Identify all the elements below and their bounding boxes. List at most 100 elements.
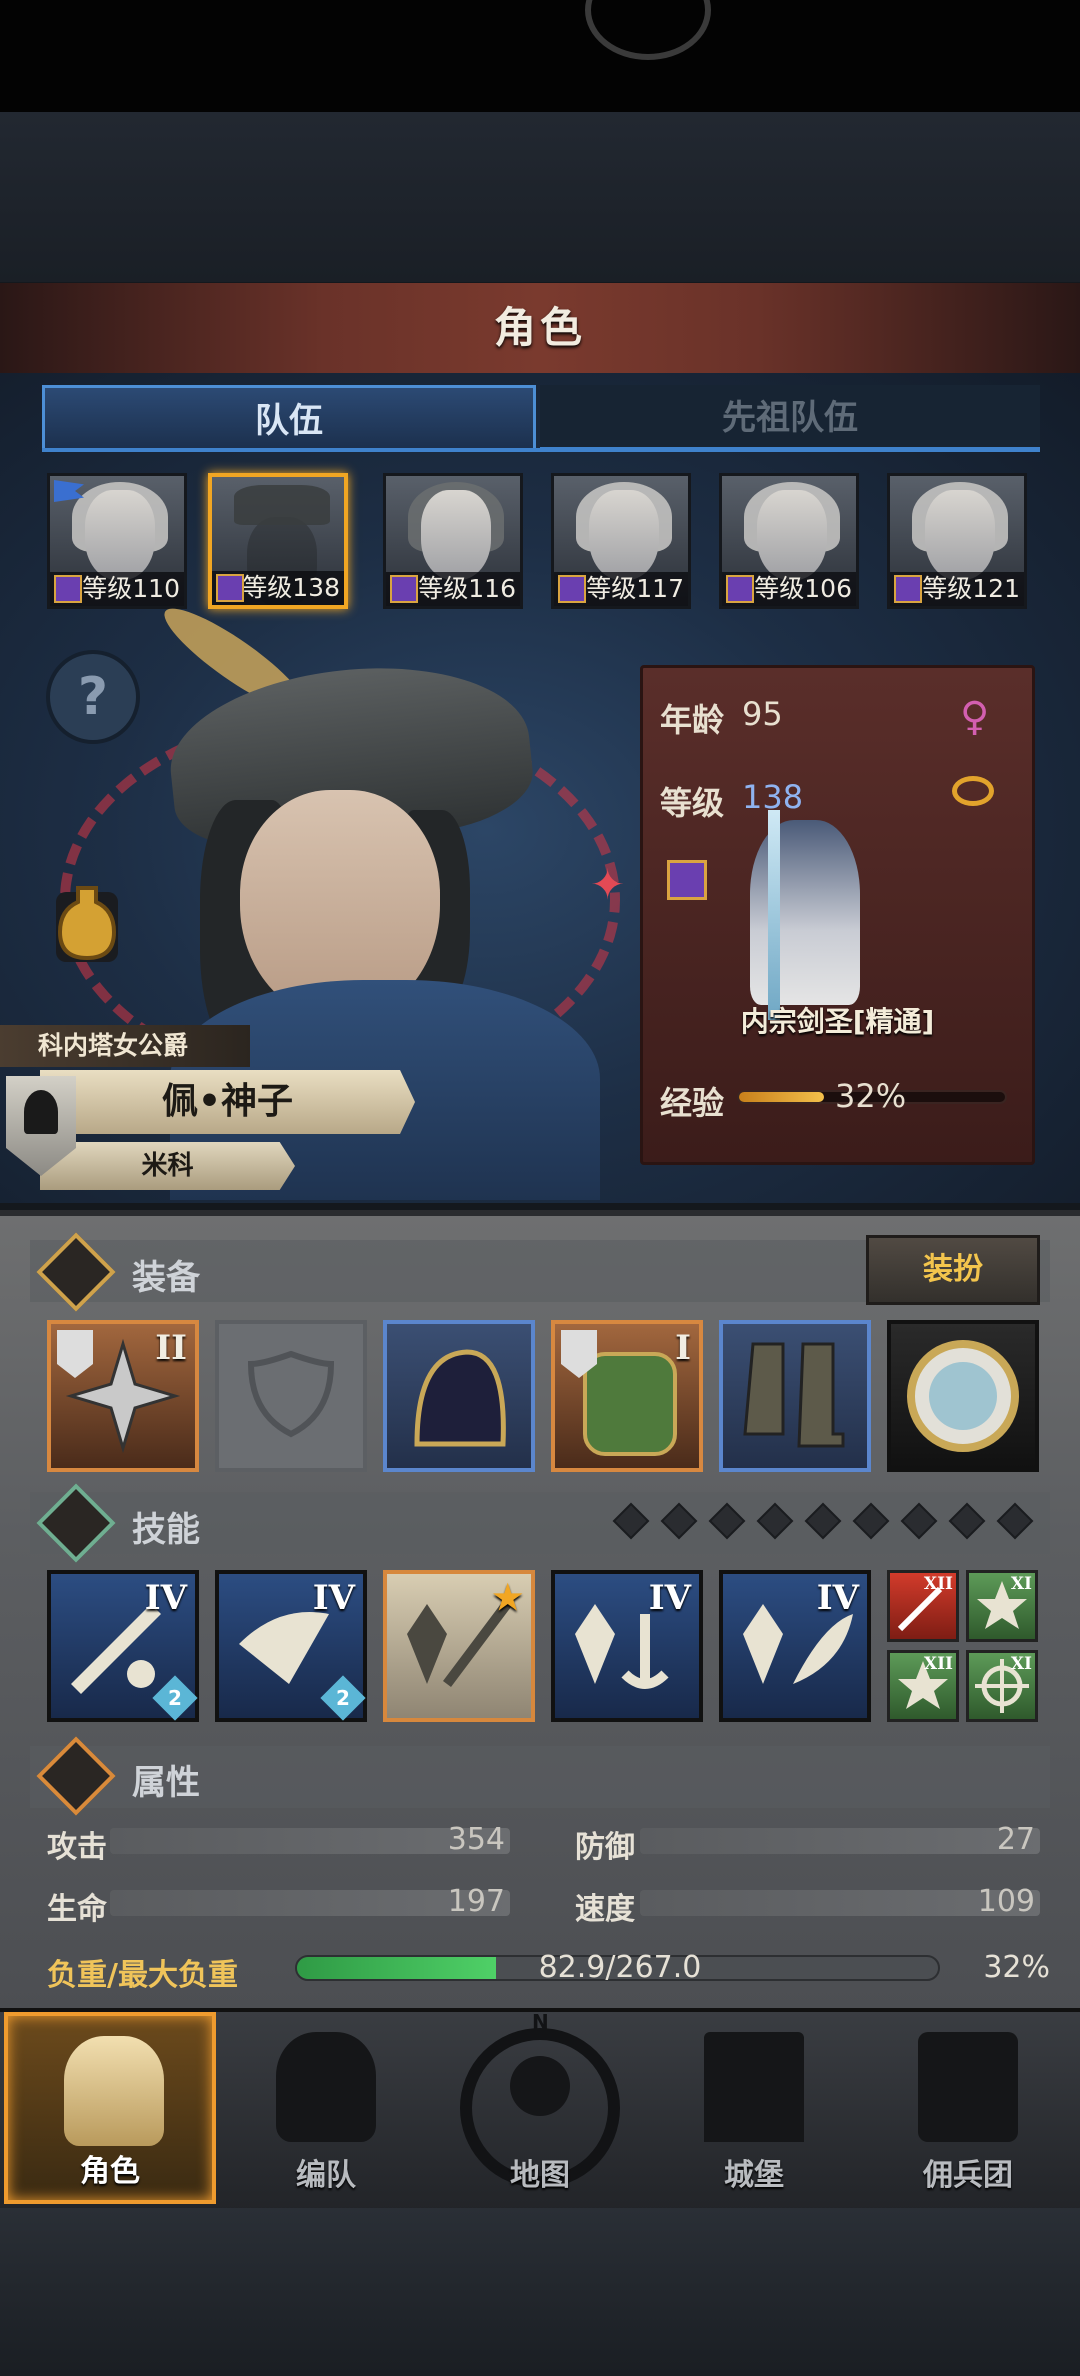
skills-title: 技能 bbox=[132, 1510, 200, 1550]
class-badge-icon bbox=[54, 575, 82, 603]
rank-label: XII bbox=[923, 1574, 953, 1594]
hp-label: 生命 bbox=[47, 1892, 107, 1927]
accessory-slot[interactable] bbox=[887, 1320, 1039, 1472]
page-title: 角色 bbox=[493, 303, 586, 352]
portrait-face bbox=[757, 490, 827, 580]
compass-map-icon bbox=[510, 2056, 570, 2116]
defense-value: 27 bbox=[996, 1822, 1035, 1857]
roster-card[interactable]: 等级116 bbox=[383, 473, 523, 609]
boots-slot[interactable] bbox=[719, 1320, 871, 1472]
house-emblem bbox=[24, 1090, 58, 1134]
load-label: 负重/最大负重 bbox=[47, 1958, 238, 1993]
status-bar-area bbox=[0, 0, 1080, 112]
bottom-background bbox=[0, 2208, 1080, 2376]
rank-label: II bbox=[155, 1328, 187, 1368]
skill-slot[interactable]: IV bbox=[551, 1570, 703, 1722]
hood-icon bbox=[414, 1349, 506, 1447]
nav-map[interactable]: 地图 bbox=[434, 2012, 646, 2204]
skill-slot[interactable]: IV bbox=[719, 1570, 871, 1722]
offhand-slot[interactable] bbox=[215, 1320, 367, 1472]
formation-helmet-icon bbox=[276, 2032, 376, 2142]
upper-background bbox=[0, 112, 1080, 282]
mercenary-icon bbox=[918, 2032, 1018, 2142]
rank-label: IV bbox=[144, 1578, 187, 1618]
help-button[interactable]: ? bbox=[46, 650, 140, 744]
exp-bar-fill bbox=[739, 1092, 824, 1102]
ring-icon bbox=[952, 776, 994, 806]
roster-card[interactable]: 等级106 bbox=[719, 473, 859, 609]
boots-icon bbox=[743, 1342, 845, 1448]
nav-castle[interactable]: 城堡 bbox=[648, 2012, 860, 2204]
load-bar-fill bbox=[297, 1957, 496, 1979]
nav-mercenary[interactable]: 佣兵团 bbox=[862, 2012, 1074, 2204]
class-badge-icon bbox=[894, 575, 922, 603]
potion-icon[interactable] bbox=[46, 880, 128, 972]
roster-card[interactable]: 等级110 bbox=[47, 473, 187, 609]
passive-skill[interactable]: XI bbox=[966, 1650, 1038, 1722]
tab-ancestor-party[interactable]: 先祖队伍 bbox=[540, 385, 1040, 451]
rank-label: IV bbox=[816, 1578, 859, 1618]
class-badge-icon bbox=[390, 575, 418, 603]
attack-value: 354 bbox=[447, 1822, 505, 1857]
hp-value: 197 bbox=[447, 1884, 505, 1919]
load-percent: 32% bbox=[983, 1950, 1050, 1985]
speed-value: 109 bbox=[977, 1884, 1035, 1919]
class-badge-icon bbox=[216, 574, 244, 602]
passive-skill[interactable]: XII bbox=[887, 1570, 959, 1642]
hero-family: 米科 bbox=[40, 1142, 295, 1190]
equipment-title: 装备 bbox=[132, 1258, 200, 1298]
castle-icon bbox=[704, 2032, 804, 2142]
load-value: 82.9/267.0 bbox=[538, 1950, 702, 1985]
armor-slot[interactable]: I bbox=[551, 1320, 703, 1472]
exp-percent: 32% bbox=[835, 1077, 907, 1115]
portrait-face bbox=[925, 490, 995, 580]
nav-character[interactable]: 角色 bbox=[4, 2012, 216, 2204]
roster-card[interactable]: 等级121 bbox=[887, 473, 1027, 609]
nav-formation[interactable]: 编队 bbox=[220, 2012, 432, 2204]
hero-title: 科内塔女公爵 bbox=[0, 1025, 250, 1067]
rank-label: XII bbox=[923, 1654, 953, 1674]
class-badge-icon bbox=[726, 575, 754, 603]
class-name: 内宗剑圣[精通] bbox=[740, 1005, 935, 1038]
roster-card[interactable]: 等级117 bbox=[551, 473, 691, 609]
nav-label: 编队 bbox=[296, 2158, 356, 2193]
speed-label: 速度 bbox=[575, 1892, 635, 1927]
rank-label: XI bbox=[1010, 1654, 1032, 1674]
tab-party[interactable]: 队伍 bbox=[42, 385, 536, 451]
spark-icon: ✦ bbox=[590, 860, 626, 909]
rank-label: I bbox=[675, 1328, 691, 1368]
rank-label: XI bbox=[1010, 1574, 1032, 1594]
hat bbox=[234, 485, 330, 525]
star-rank-icon: ★ bbox=[492, 1578, 523, 1618]
skill-slot[interactable]: IV 2 bbox=[215, 1570, 367, 1722]
defense-label: 防御 bbox=[575, 1830, 635, 1865]
hero-name[interactable]: 佩•神子 bbox=[40, 1070, 415, 1134]
skill-slot-featured[interactable]: ★ bbox=[383, 1570, 535, 1722]
female-icon: ♀ bbox=[960, 694, 990, 740]
nav-label: 城堡 bbox=[724, 2158, 784, 2193]
empty-shield-slot-icon bbox=[247, 1350, 335, 1438]
nav-label: 佣兵团 bbox=[923, 2158, 1013, 2193]
skill-slot[interactable]: IV 2 bbox=[47, 1570, 199, 1722]
passive-skill[interactable]: XI bbox=[966, 1570, 1038, 1642]
portrait-face bbox=[421, 490, 491, 580]
attack-label: 攻击 bbox=[47, 1830, 107, 1865]
portrait-face bbox=[589, 490, 659, 580]
level-label: 等级 bbox=[660, 784, 725, 822]
class-figure[interactable] bbox=[750, 820, 860, 1005]
nav-label: 角色 bbox=[80, 2154, 140, 2189]
head-slot[interactable] bbox=[383, 1320, 535, 1472]
age-label: 年龄 bbox=[660, 701, 725, 739]
class-badge-icon bbox=[558, 575, 586, 603]
rank-label: IV bbox=[648, 1578, 691, 1618]
dress-up-button[interactable]: 装扮 bbox=[866, 1235, 1040, 1305]
portrait-face bbox=[85, 490, 155, 580]
attributes-title: 属性 bbox=[132, 1763, 200, 1803]
roster-card-selected[interactable]: 等级138 bbox=[208, 473, 348, 609]
passive-skill[interactable]: XII bbox=[887, 1650, 959, 1722]
medallion-icon bbox=[907, 1340, 1019, 1452]
class-badge-icon bbox=[667, 860, 707, 900]
weapon-slot[interactable]: II bbox=[47, 1320, 199, 1472]
class-sword bbox=[768, 810, 780, 1020]
exp-label: 经验 bbox=[660, 1084, 725, 1122]
